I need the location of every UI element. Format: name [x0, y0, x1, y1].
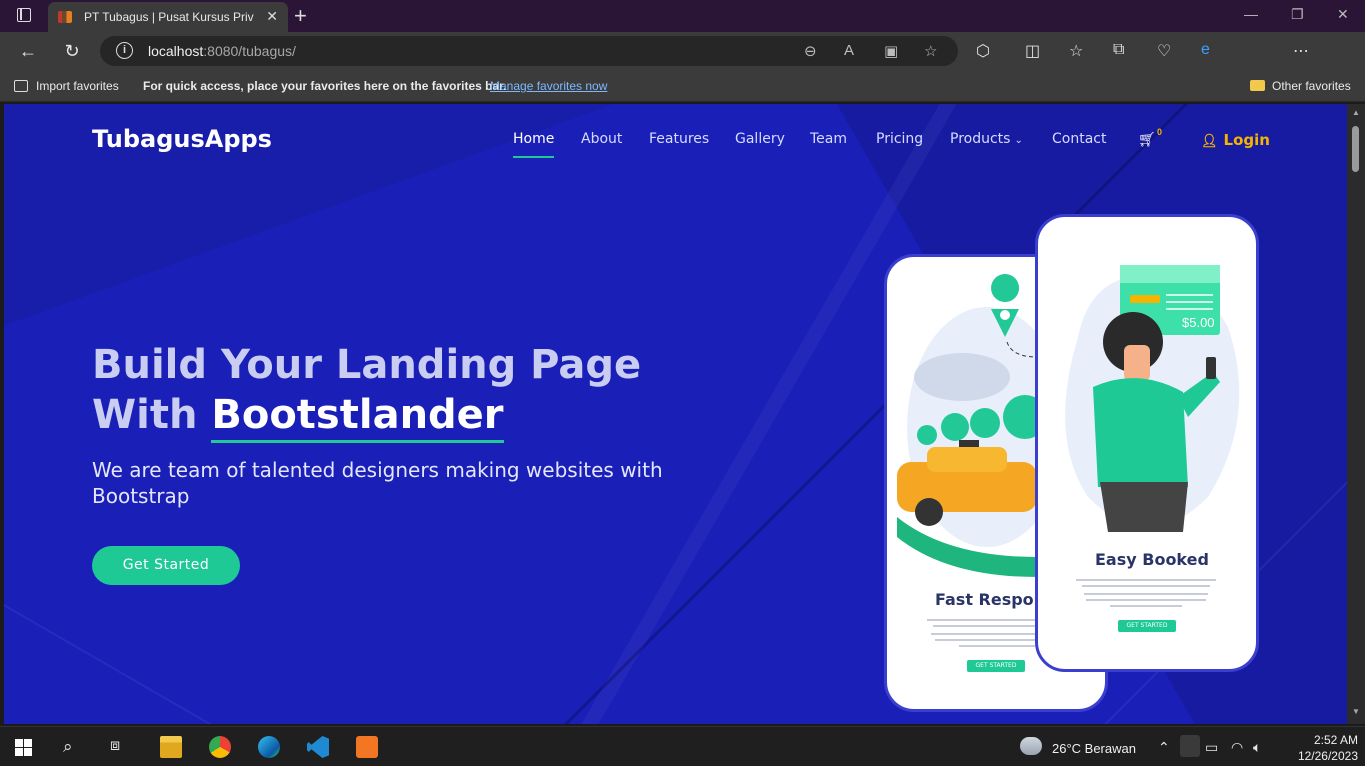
chevron-down-icon: ⌄ — [1014, 135, 1023, 146]
start-icon[interactable] — [15, 739, 32, 756]
new-tab-button[interactable]: + — [294, 3, 307, 29]
zoom-icon[interactable]: ⊖ — [804, 42, 817, 60]
browser-essentials-icon[interactable]: ♡ — [1157, 41, 1171, 61]
phone-right-caption: Easy Booked — [1095, 550, 1209, 569]
browser-titlebar: PT Tubagus | Pusat Kursus Privat ✕ + — ❐… — [0, 0, 1365, 32]
read-aloud-icon[interactable]: A — [844, 42, 854, 59]
nav-team[interactable]: Team — [810, 131, 847, 147]
immersive-reader-icon[interactable]: ▣ — [884, 42, 898, 60]
battery-icon[interactable]: ▭ — [1205, 739, 1218, 756]
weather-text[interactable]: 26°C Berawan — [1052, 741, 1136, 756]
address-bar[interactable]: i localhost:8080/tubagus/ ⊖ A ▣ ☆ — [100, 36, 958, 66]
scroll-down-icon[interactable]: ▼ — [1352, 707, 1360, 716]
hero-title-line1: Build Your Landing Page — [92, 342, 642, 388]
site-favicon-icon — [58, 11, 72, 23]
back-icon[interactable]: ← — [17, 40, 39, 62]
placeholder-text-line — [959, 645, 1035, 647]
other-favorites-label: Other favorites — [1272, 79, 1351, 93]
collections-icon[interactable]: ⧉ — [1113, 41, 1124, 59]
more-menu-icon[interactable]: ⋯ — [1293, 41, 1309, 61]
windows-taskbar: ⌕ ⧈ 26°C Berawan ⌃ ▭ ◠ 🔈︎ 2:52 AM 12/26/… — [0, 726, 1365, 766]
chrome-icon[interactable] — [209, 736, 231, 758]
import-favorites-button[interactable]: Import favorites — [14, 79, 119, 93]
hero-title-highlight: Bootstlander — [211, 392, 504, 438]
browser-toolbar: ← ↻ i localhost:8080/tubagus/ ⊖ A ▣ ☆ ⬡ … — [0, 32, 1365, 95]
nav-contact[interactable]: Contact — [1052, 131, 1106, 147]
scroll-up-icon[interactable]: ▲ — [1352, 108, 1360, 117]
phone-right-cta: GET STARTED — [1118, 620, 1176, 632]
placeholder-text-line — [1076, 579, 1216, 581]
tab-close-icon[interactable]: ✕ — [266, 8, 278, 25]
tab-title: PT Tubagus | Pusat Kursus Privat — [84, 10, 254, 24]
user-lock-icon: 👤︎ — [1201, 134, 1218, 149]
placeholder-text-line — [1086, 599, 1206, 601]
restore-icon[interactable]: ❐ — [1291, 6, 1304, 23]
site-logo[interactable]: TubagusApps — [92, 125, 272, 153]
nav-gallery[interactable]: Gallery — [735, 131, 785, 147]
minimize-icon[interactable]: — — [1244, 6, 1258, 22]
other-favorites-button[interactable]: Other favorites — [1250, 79, 1351, 93]
person-booking-illustration — [1065, 265, 1240, 532]
favorite-star-icon[interactable]: ☆ — [924, 42, 937, 60]
nav-products-label: Products — [950, 131, 1011, 147]
clock-time: 2:52 AM — [1313, 733, 1358, 747]
nav-features[interactable]: Features — [649, 131, 709, 147]
page-scrollbar[interactable]: ▲ ▼ — [1347, 104, 1365, 724]
xampp-icon[interactable] — [356, 736, 378, 758]
nav-home[interactable]: Home — [513, 131, 555, 158]
phone-mockup-right: $5.00 Easy Booked GET STARTED — [1035, 214, 1259, 672]
manage-favorites-link[interactable]: Manage favorites now — [490, 79, 607, 93]
split-screen-icon[interactable]: ◫ — [1025, 41, 1040, 61]
window-close-icon[interactable]: ✕ — [1337, 6, 1349, 23]
folder-icon — [1250, 80, 1265, 91]
task-view-icon[interactable]: ⧈ — [110, 737, 120, 755]
placeholder-text-line — [1110, 605, 1182, 607]
nav-products[interactable]: Products ⌄ — [950, 131, 1023, 147]
weather-icon — [1020, 737, 1042, 755]
vscode-icon[interactable] — [307, 736, 329, 758]
taskbar-clock[interactable]: 2:52 AM 12/26/2023 — [1296, 732, 1358, 764]
url-host: localhost — [148, 43, 204, 59]
extensions-icon[interactable]: ⬡ — [976, 41, 990, 61]
edge-icon[interactable] — [258, 736, 280, 758]
hero-title: Build Your Landing Page With Bootstlande… — [92, 340, 641, 440]
ie-mode-icon[interactable]: e — [1201, 41, 1210, 59]
favorites-tip: For quick access, place your favorites h… — [143, 79, 507, 93]
hero-title-line2: With Bootstlander — [92, 390, 641, 440]
import-favorites-label: Import favorites — [36, 79, 119, 93]
scrollbar-thumb[interactable] — [1352, 126, 1359, 172]
file-explorer-icon[interactable] — [160, 736, 182, 758]
clock-date: 12/26/2023 — [1297, 749, 1358, 763]
browser-tab[interactable]: PT Tubagus | Pusat Kursus Privat ✕ — [48, 2, 288, 32]
url-path: :8080/tubagus/ — [203, 43, 296, 59]
nav-about[interactable]: About — [581, 131, 622, 147]
cart-icon[interactable]: 🛒︎ — [1138, 131, 1156, 148]
favorites-icon[interactable]: ☆ — [1069, 41, 1083, 61]
show-hidden-icons-icon[interactable]: ⌃ — [1158, 739, 1170, 756]
refresh-icon[interactable]: ↻ — [61, 40, 83, 62]
cart-count-badge: 0 — [1157, 127, 1163, 137]
login-button[interactable]: 👤︎ Login — [1201, 131, 1270, 149]
favorites-bar: Import favorites For quick access, place… — [0, 70, 1365, 102]
volume-icon[interactable]: 🔈︎ — [1253, 739, 1261, 756]
hero-subtitle: We are team of talented designers making… — [92, 458, 663, 508]
site-info-icon[interactable]: i — [116, 42, 133, 59]
get-started-button[interactable]: Get Started — [92, 546, 240, 585]
login-label: Login — [1223, 131, 1270, 149]
ticket-price: $5.00 — [1182, 315, 1215, 330]
wifi-icon[interactable]: ◠ — [1231, 739, 1243, 756]
sidebar-toggle-icon[interactable] — [17, 8, 31, 22]
url-text[interactable]: localhost:8080/tubagus/ — [148, 43, 296, 59]
search-icon[interactable]: ⌕ — [63, 737, 73, 757]
nav-pricing[interactable]: Pricing — [876, 131, 923, 147]
import-icon — [14, 80, 28, 92]
web-page: TubagusApps Home About Features Gallery … — [4, 104, 1347, 724]
placeholder-text-line — [1084, 593, 1208, 595]
pen-tray-icon[interactable] — [1180, 735, 1200, 757]
phone-left-cta: GET STARTED — [967, 660, 1025, 672]
placeholder-text-line — [1082, 585, 1210, 587]
hero-title-with: With — [92, 392, 212, 438]
phone-left-caption: Fast Respon — [935, 590, 1046, 609]
